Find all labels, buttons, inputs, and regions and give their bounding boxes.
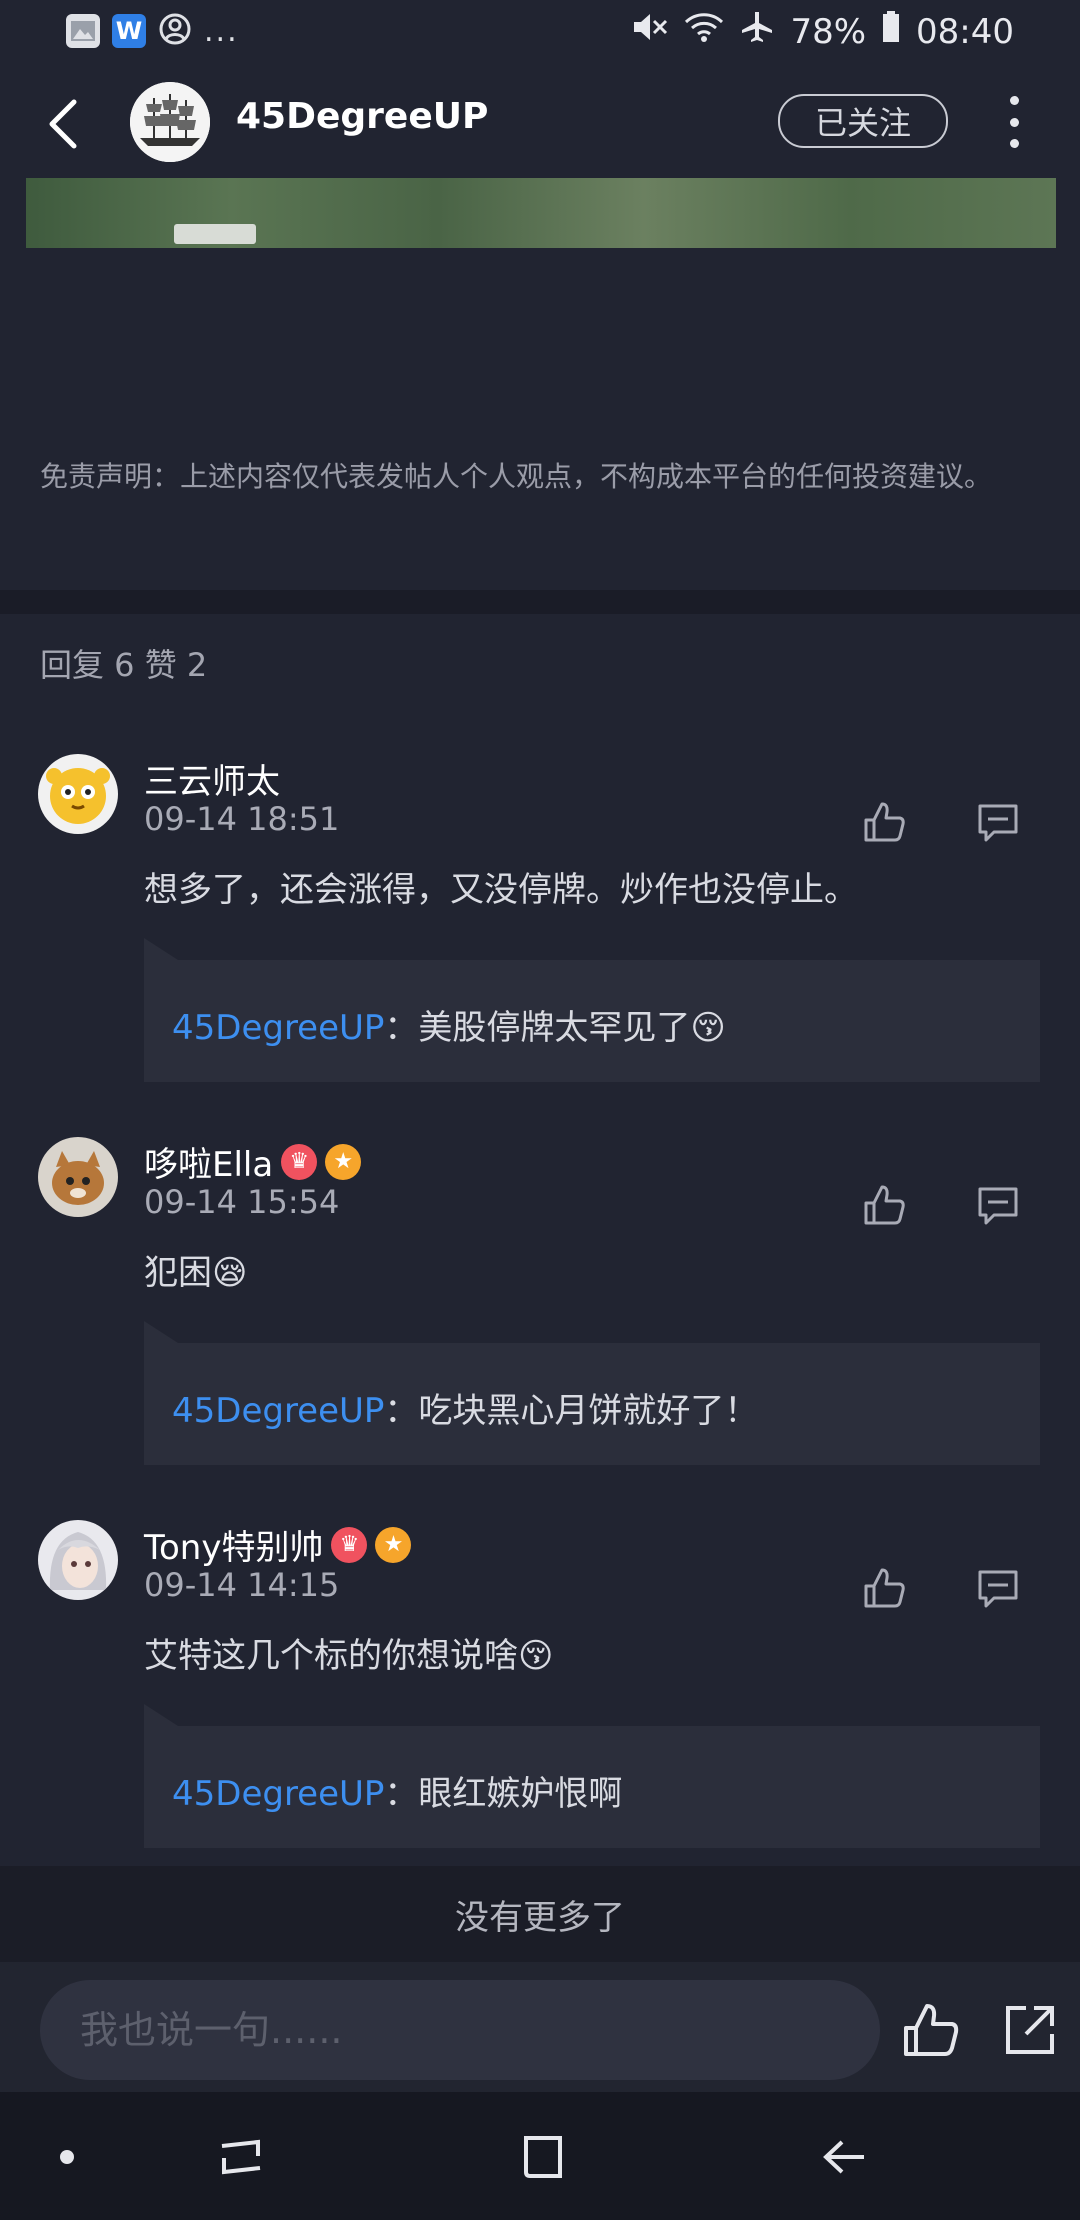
author-reply[interactable]: 45DegreeUP：吃块黑心月饼就好了！ — [144, 1321, 1040, 1465]
nav-back-icon[interactable] — [820, 2132, 870, 2182]
airplane-icon — [740, 10, 774, 53]
share-icon[interactable] — [1000, 2000, 1060, 2060]
reply-author[interactable]: 45DegreeUP — [172, 1774, 384, 1814]
comment-author-name[interactable]: 哆啦Ella — [144, 1137, 273, 1186]
comment-author-name[interactable]: Tony特别帅 — [144, 1520, 323, 1569]
comment-time: 09-14 15:54 — [144, 1183, 340, 1221]
app-w-icon: W — [112, 14, 146, 48]
reply-line: 45DegreeUP：美股停牌太罕见了😚 — [172, 1000, 726, 1049]
top-header: 45DegreeUP 已关注 — [0, 64, 1080, 176]
battery-icon — [882, 11, 900, 52]
crown-badge-icon: ♛ — [331, 1526, 368, 1563]
system-nav-bar — [0, 2092, 1080, 2220]
avatar[interactable] — [38, 1520, 118, 1600]
comment-reply-icon[interactable] — [976, 1566, 1020, 1610]
follow-button[interactable]: 已关注 — [778, 94, 948, 148]
battery-percent: 78% — [790, 11, 867, 52]
comment-input[interactable] — [40, 1980, 880, 2080]
reply-text: ：眼红嫉妒恨啊 — [384, 1774, 623, 1814]
comment-text: 想多了，还会涨得，又没停牌。炒作也没停止。 — [144, 870, 858, 910]
star-badge-icon: ★ — [325, 1143, 362, 1180]
comment-author[interactable]: 三云师太 — [144, 754, 280, 803]
comment-reply-icon[interactable] — [976, 800, 1020, 844]
status-right: 78% 08:40 — [632, 10, 1014, 53]
no-more-indicator: 没有更多了 — [0, 1866, 1080, 1962]
avatar[interactable] — [38, 754, 118, 834]
post-disclaimer: 免责声明：上述内容仅代表发帖人个人观点，不构成本平台的任何投资建议。 — [40, 460, 993, 493]
comment-author[interactable]: 哆啦Ella ♛ ★ — [144, 1137, 362, 1186]
status-more-dots: ... — [204, 13, 239, 49]
author-reply[interactable]: 45DegreeUP：眼红嫉妒恨啊 — [144, 1704, 1040, 1848]
comment-author[interactable]: Tony特别帅 ♛ ★ — [144, 1520, 412, 1569]
thumbs-up-icon[interactable] — [862, 1183, 906, 1227]
mute-icon — [632, 10, 668, 53]
post-image[interactable] — [26, 178, 1056, 248]
comment-reply-icon[interactable] — [976, 1183, 1020, 1227]
gallery-icon — [66, 14, 100, 48]
reply-line: 45DegreeUP：眼红嫉妒恨啊 — [172, 1766, 622, 1815]
reply-line: 45DegreeUP：吃块黑心月饼就好了！ — [172, 1383, 758, 1432]
comment-time: 09-14 18:51 — [144, 800, 340, 838]
crown-badge-icon: ♛ — [281, 1143, 318, 1180]
section-divider — [0, 590, 1080, 614]
reply-like-stats: 回复 6 赞 2 — [40, 646, 208, 684]
author-reply[interactable]: 45DegreeUP：美股停牌太罕见了😚 — [144, 938, 1040, 1082]
page-title[interactable]: 45DegreeUP — [236, 96, 488, 137]
reply-author[interactable]: 45DegreeUP — [172, 1391, 384, 1431]
recent-apps-icon[interactable] — [216, 2132, 266, 2182]
back-arrow-icon[interactable] — [44, 94, 84, 154]
thumbs-up-icon[interactable] — [862, 800, 906, 844]
comment-author-name[interactable]: 三云师太 — [144, 754, 280, 803]
thumbs-up-icon[interactable] — [862, 1566, 906, 1610]
status-bar: W ... 78% 08:40 — [0, 0, 1080, 64]
star-badge-icon: ★ — [375, 1526, 412, 1563]
reply-text: ：美股停牌太罕见了😚 — [384, 1008, 726, 1048]
comment-input-bar — [0, 1962, 1080, 2092]
avatar[interactable] — [38, 1137, 118, 1217]
comment-text: 艾特这几个标的你想说啥😚 — [144, 1636, 554, 1676]
reply-text: ：吃块黑心月饼就好了！ — [384, 1391, 759, 1431]
account-icon — [158, 12, 192, 50]
user-avatar[interactable] — [130, 82, 210, 162]
thumbs-up-icon[interactable] — [900, 2000, 960, 2060]
comment-text: 犯困😪 — [144, 1253, 248, 1293]
reply-author[interactable]: 45DegreeUP — [172, 1008, 384, 1048]
status-left: W ... — [66, 12, 239, 50]
wifi-icon — [684, 10, 724, 53]
more-options-icon[interactable] — [1008, 96, 1020, 148]
comment-time: 09-14 14:15 — [144, 1566, 340, 1604]
nav-dot-icon[interactable] — [60, 2150, 74, 2164]
home-icon[interactable] — [518, 2132, 568, 2182]
clock-time: 08:40 — [916, 11, 1014, 52]
